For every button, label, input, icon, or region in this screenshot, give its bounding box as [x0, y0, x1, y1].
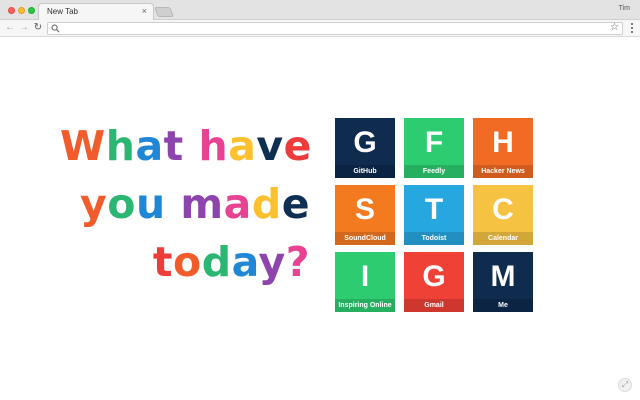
tile-letter: T	[424, 193, 444, 226]
tile-label: Calendar	[473, 232, 533, 245]
bookmark-star-icon[interactable]: ☆	[610, 22, 619, 34]
headline-line-2: you made	[80, 180, 310, 228]
tile-label: GitHub	[335, 165, 395, 178]
tile-inspiring-online[interactable]: I Inspiring Online	[335, 252, 395, 312]
tile-label: Todoist	[404, 232, 464, 245]
tile-label: Hacker News	[473, 165, 533, 178]
maximize-window-button[interactable]	[28, 7, 35, 14]
tile-label: Gmail	[404, 299, 464, 312]
back-icon[interactable]: ←	[4, 22, 16, 34]
tile-letter: S	[354, 193, 375, 226]
tile-label: Feedly	[404, 165, 464, 178]
tile-github[interactable]: G GitHub	[335, 118, 395, 178]
tile-letter: G	[353, 126, 377, 159]
tile-gmail[interactable]: G Gmail	[404, 252, 464, 312]
tab-title: New Tab	[47, 7, 78, 16]
tile-me[interactable]: M Me	[473, 252, 533, 312]
profile-name[interactable]: Tim	[619, 5, 630, 12]
tile-feedly[interactable]: F Feedly	[404, 118, 464, 178]
headline: What have you made today?	[60, 117, 312, 291]
tile-letter: F	[424, 126, 444, 159]
address-bar[interactable]: ☆	[47, 22, 623, 35]
minimize-window-button[interactable]	[18, 7, 25, 14]
tile-soundcloud[interactable]: S SoundCloud	[335, 185, 395, 245]
tile-letter: G	[422, 260, 446, 293]
reload-icon[interactable]: ↻	[32, 22, 44, 34]
browser-menu-icon[interactable]	[628, 23, 636, 34]
headline-line-1: What have	[60, 122, 312, 170]
tile-hacker-news[interactable]: H Hacker News	[473, 118, 533, 178]
headline-line-3: today?	[152, 238, 310, 286]
tile-label: Inspiring Online	[335, 299, 395, 312]
forward-icon[interactable]: →	[18, 22, 30, 34]
close-window-button[interactable]	[8, 7, 15, 14]
new-tab-button[interactable]	[154, 7, 174, 17]
tile-todoist[interactable]: T Todoist	[404, 185, 464, 245]
tile-letter: M	[490, 260, 516, 293]
tile-letter: H	[492, 126, 514, 159]
tile-letter: C	[492, 193, 514, 226]
tile-calendar[interactable]: C Calendar	[473, 185, 533, 245]
tab-close-icon[interactable]: ×	[142, 6, 147, 17]
browser-toolbar: ← → ↻ ☆	[0, 20, 640, 37]
tile-label: Me	[473, 299, 533, 312]
window-titlebar: New Tab × Tim	[0, 0, 640, 21]
tile-letter: I	[360, 260, 370, 293]
tile-label: SoundCloud	[335, 232, 395, 245]
address-input[interactable]	[62, 23, 602, 34]
expand-icon[interactable]: ⤢	[618, 378, 632, 392]
tab-new-tab[interactable]: New Tab ×	[38, 3, 154, 21]
search-icon	[51, 24, 60, 33]
